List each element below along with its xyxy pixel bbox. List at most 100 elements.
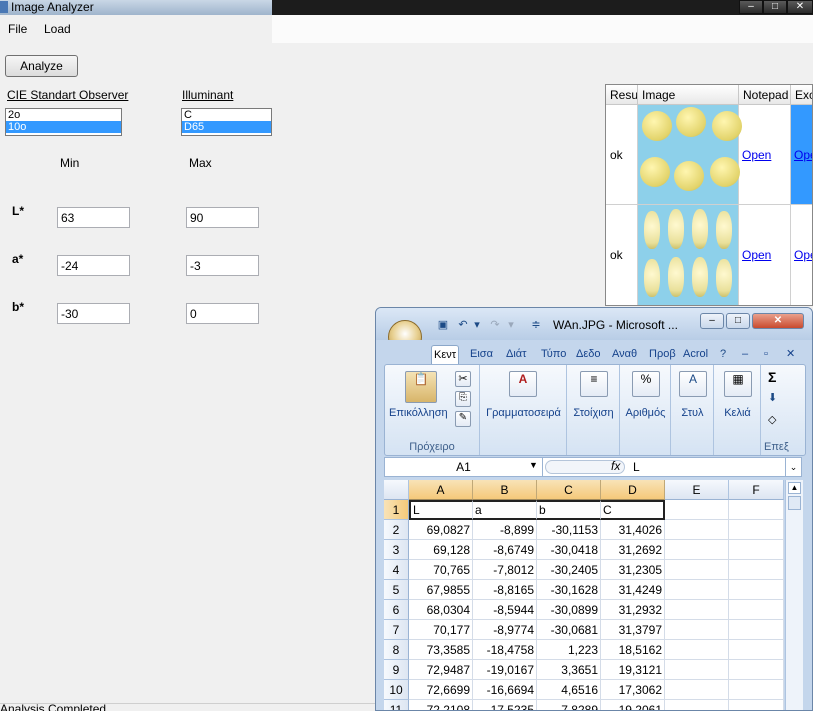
ribbon-minimize-icon[interactable]: – <box>740 345 750 364</box>
cell[interactable]: 3,3651 <box>537 660 601 680</box>
redo-dropdown-icon[interactable]: ▾ <box>504 319 518 332</box>
tab-view[interactable]: Προβ <box>647 345 678 364</box>
font-color-icon[interactable]: A <box>509 371 537 397</box>
col-header-d[interactable]: D <box>601 480 665 500</box>
row-header[interactable]: 11 <box>384 700 409 710</box>
tab-home[interactable]: Κεντ <box>431 345 460 364</box>
tab-insert[interactable]: Εισα <box>468 345 495 364</box>
name-box[interactable]: A1 <box>385 458 543 476</box>
row-header[interactable]: 5 <box>384 580 409 600</box>
col-header-a[interactable]: A <box>409 480 473 500</box>
row-header[interactable]: 3 <box>384 540 409 560</box>
col-header-e[interactable]: E <box>665 480 729 500</box>
font-group-label[interactable]: Γραμματοσειρά <box>481 407 566 419</box>
menu-file[interactable]: File <box>8 22 27 36</box>
number-group-label[interactable]: Αριθμός <box>621 407 670 419</box>
cell[interactable] <box>729 700 784 710</box>
cell[interactable]: 70,177 <box>409 620 473 640</box>
cell[interactable] <box>665 660 729 680</box>
cell[interactable] <box>665 620 729 640</box>
cell[interactable]: 18,5162 <box>601 640 665 660</box>
row-header[interactable]: 10 <box>384 680 409 700</box>
b-min-input[interactable]: -30 <box>57 303 130 324</box>
observer-listbox[interactable]: 2o 10o <box>5 108 122 136</box>
results-grid[interactable]: Resu Image Notepad Exce ok Open Open ok … <box>605 84 813 306</box>
cut-icon[interactable]: ✂ <box>455 371 471 387</box>
insert-function-icon[interactable]: fx <box>611 459 620 473</box>
a-max-input[interactable]: -3 <box>186 255 259 276</box>
row-header[interactable]: 8 <box>384 640 409 660</box>
percent-icon[interactable]: % <box>632 371 660 397</box>
minimize-button[interactable]: – <box>739 0 763 14</box>
tab-data[interactable]: Δεδο <box>574 345 603 364</box>
tab-acrobat[interactable]: Acrol <box>681 345 710 364</box>
scroll-thumb[interactable] <box>788 496 801 510</box>
customize-qat-icon[interactable]: ≑ <box>529 319 543 332</box>
col-header-excel[interactable]: Exce <box>791 85 812 105</box>
cell[interactable] <box>665 580 729 600</box>
close-button[interactable]: ✕ <box>787 0 813 14</box>
cell[interactable]: b <box>537 500 601 520</box>
l-max-input[interactable]: 90 <box>186 207 259 228</box>
vertical-scrollbar[interactable]: ▲ <box>785 480 803 710</box>
cell[interactable]: 1,223 <box>537 640 601 660</box>
illuminant-listbox[interactable]: C D65 <box>181 108 272 136</box>
alignment-group-label[interactable]: Στοίχιση <box>568 407 619 419</box>
cell[interactable]: 31,2305 <box>601 560 665 580</box>
cell[interactable]: -17,5235 <box>473 700 537 710</box>
cell[interactable] <box>665 540 729 560</box>
cell[interactable]: a <box>473 500 537 520</box>
cell[interactable]: 31,2692 <box>601 540 665 560</box>
autosum-icon[interactable]: Σ <box>768 369 776 385</box>
col-header-result[interactable]: Resu <box>606 85 638 105</box>
cell[interactable]: -8,9774 <box>473 620 537 640</box>
cell[interactable]: C <box>601 500 665 520</box>
cell[interactable] <box>729 660 784 680</box>
col-header-image[interactable]: Image <box>638 85 739 105</box>
cell[interactable]: -8,5944 <box>473 600 537 620</box>
cell[interactable]: 69,128 <box>409 540 473 560</box>
excel-open-link[interactable]: Open <box>794 148 812 162</box>
col-header-notepad[interactable]: Notepad <box>739 85 791 105</box>
col-header-b[interactable]: B <box>473 480 537 500</box>
cell[interactable]: 31,2932 <box>601 600 665 620</box>
l-min-input[interactable]: 63 <box>57 207 130 228</box>
cell[interactable]: 72,9487 <box>409 660 473 680</box>
cell[interactable]: -30,0899 <box>537 600 601 620</box>
cell[interactable]: -16,6694 <box>473 680 537 700</box>
cell[interactable]: 68,0304 <box>409 600 473 620</box>
help-icon[interactable]: ? <box>718 345 728 364</box>
cell[interactable]: 72,2108 <box>409 700 473 710</box>
a-min-input[interactable]: -24 <box>57 255 130 276</box>
cell[interactable] <box>729 680 784 700</box>
row-header[interactable]: 7 <box>384 620 409 640</box>
align-icon[interactable]: ≡ <box>580 371 608 397</box>
fill-icon[interactable]: ⬇ <box>768 391 777 404</box>
cell[interactable]: 19,2061 <box>601 700 665 710</box>
cell[interactable] <box>729 600 784 620</box>
cell[interactable]: 19,3121 <box>601 660 665 680</box>
cell[interactable]: 73,3585 <box>409 640 473 660</box>
row-header[interactable]: 4 <box>384 560 409 580</box>
copy-icon[interactable]: ⎘ <box>455 391 471 407</box>
notepad-open-link[interactable]: Open <box>742 148 771 162</box>
cell[interactable] <box>665 700 729 710</box>
illuminant-option-c[interactable]: C <box>182 109 271 121</box>
cell[interactable] <box>665 600 729 620</box>
undo-dropdown-icon[interactable]: ▾ <box>470 319 484 332</box>
maximize-button[interactable]: □ <box>763 0 787 14</box>
cell[interactable] <box>665 520 729 540</box>
cell[interactable]: 31,3797 <box>601 620 665 640</box>
cell[interactable]: 31,4249 <box>601 580 665 600</box>
save-icon[interactable]: ▣ <box>436 319 450 332</box>
cell[interactable]: L <box>409 500 473 520</box>
cell[interactable]: 17,3062 <box>601 680 665 700</box>
cell[interactable] <box>729 540 784 560</box>
analyze-button[interactable]: Analyze <box>5 55 78 77</box>
tab-page-layout[interactable]: Διάτ <box>504 345 529 364</box>
name-box-dropdown-icon[interactable]: ▼ <box>529 460 538 470</box>
cell[interactable]: 70,765 <box>409 560 473 580</box>
cell[interactable]: -19,0167 <box>473 660 537 680</box>
cell[interactable]: 67,9855 <box>409 580 473 600</box>
menu-load[interactable]: Load <box>44 22 71 36</box>
